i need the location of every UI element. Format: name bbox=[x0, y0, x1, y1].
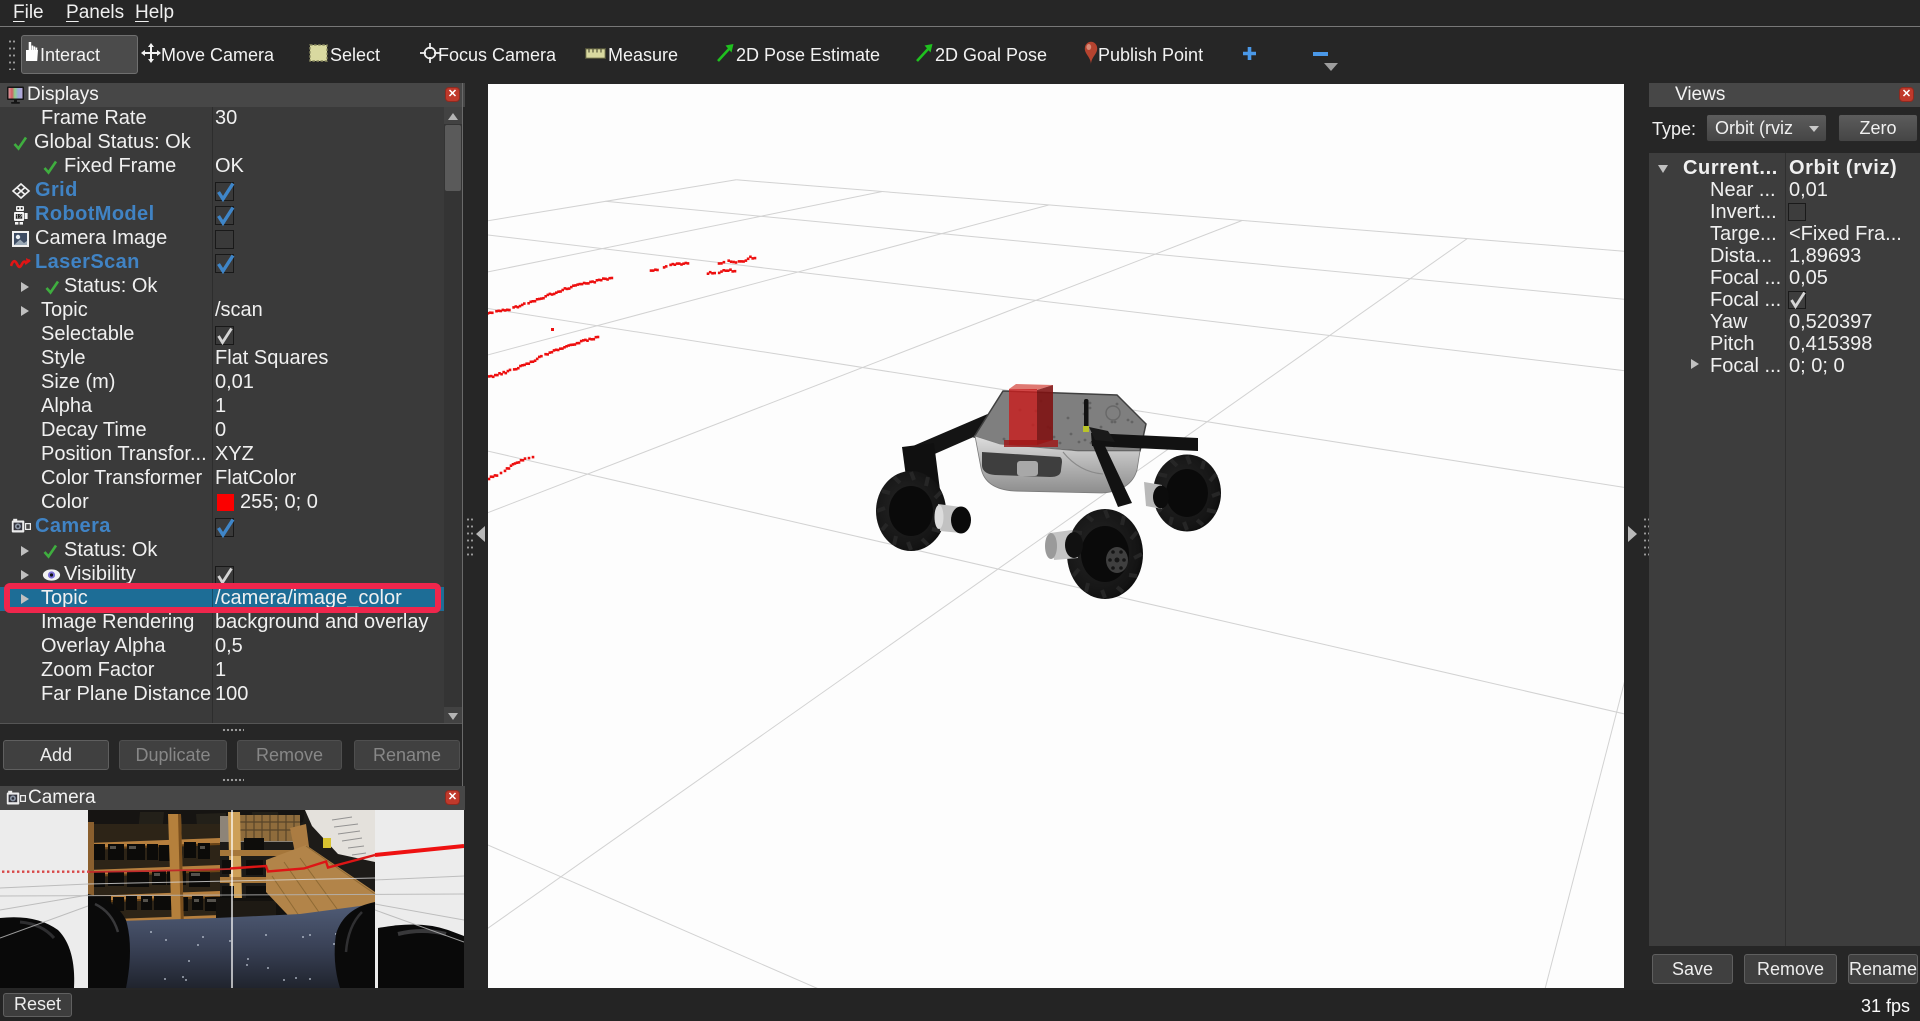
svg-text:12: 12 bbox=[16, 214, 22, 220]
